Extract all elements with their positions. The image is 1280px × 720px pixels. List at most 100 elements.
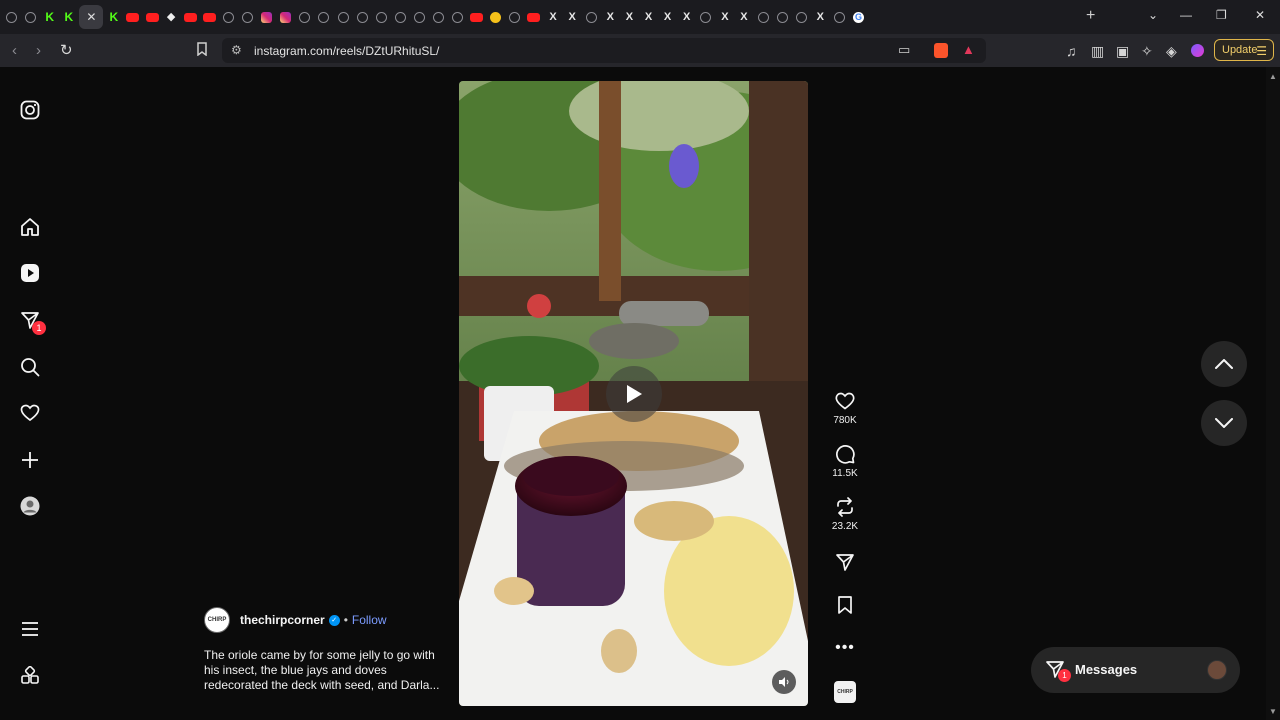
play-button[interactable] [606,366,662,422]
scroll-down-arrow-icon[interactable]: ▼ [1269,707,1277,716]
comment-bubble-icon[interactable] [822,441,868,467]
browser-tab-globe[interactable] [410,5,429,29]
repost-action[interactable]: 23.2K [822,494,868,532]
browser-tab-kick[interactable]: K [40,5,59,29]
more-options-icon[interactable]: ••• [822,635,868,661]
messages-button[interactable]: 1 Messages [1031,647,1240,693]
browser-tab-kick[interactable]: K [104,5,123,29]
browser-tab-yt[interactable] [181,5,200,29]
browser-tab-ig[interactable] [257,5,276,29]
browser-tab-emoji[interactable] [486,5,505,29]
more-menu-icon[interactable] [18,617,42,641]
browser-tab-globe[interactable] [696,5,715,29]
site-settings-icon[interactable]: ⚙ [231,43,242,57]
browser-tab-x[interactable]: X [811,5,830,29]
browser-tab-x[interactable]: X [734,5,753,29]
follow-button[interactable]: Follow [352,613,387,627]
save-bookmark-icon[interactable] [822,592,868,618]
comment-action[interactable]: 11.5K [822,441,868,479]
search-icon[interactable] [18,355,42,379]
url-text[interactable]: instagram.com/reels/DZtURhituSL/ [254,44,439,58]
tab-search-icon[interactable]: ⌄ [1148,8,1158,22]
minimize-icon[interactable]: — [1180,8,1192,22]
browser-tab-ig[interactable] [276,5,295,29]
also-from-meta-icon[interactable] [18,664,42,688]
browser-tab-yt[interactable] [524,5,543,29]
author-username[interactable]: thechirpcorner [240,613,325,627]
new-tab-button[interactable]: + [1086,7,1095,25]
profile-icon[interactable] [18,494,42,518]
reload-icon[interactable]: ↻ [60,41,73,59]
browser-tab-x[interactable]: X [601,5,620,29]
browser-tab-globe[interactable] [429,5,448,29]
browser-tab-kick[interactable]: K [59,5,78,29]
browser-tab-globe[interactable] [219,5,238,29]
share-action[interactable] [822,549,868,575]
browser-tab-x[interactable]: X [620,5,639,29]
back-icon[interactable]: ‹ [12,42,17,59]
bookmark-icon[interactable] [196,42,208,60]
music-icon[interactable]: ♫ [1066,43,1077,59]
browser-tab-globe[interactable] [334,5,353,29]
scroll-up-arrow-icon[interactable]: ▲ [1269,72,1277,81]
forward-icon[interactable]: › [36,42,41,59]
browser-tab-globe[interactable] [21,5,40,29]
page-scrollbar[interactable]: ▲ ▼ [1266,67,1280,720]
previous-reel-button[interactable] [1201,341,1247,387]
browser-tab-diamond[interactable]: ◆ [162,5,181,29]
browser-tab-yt[interactable] [200,5,219,29]
browser-tab-globe[interactable] [372,5,391,29]
author-avatar[interactable]: CHIRP [204,607,230,633]
close-window-icon[interactable]: ✕ [1255,8,1265,22]
brave-rewards-icon[interactable]: ▲ [962,42,975,57]
browser-tab-globe[interactable] [295,5,314,29]
repost-icon[interactable] [822,494,868,520]
restore-icon[interactable]: ❐ [1216,8,1227,22]
browser-tab-x[interactable]: X [658,5,677,29]
browser-tab-globe[interactable] [353,5,372,29]
browser-tab-globe[interactable] [2,5,21,29]
reel-caption[interactable]: The oriole came by for some jelly to go … [204,648,440,693]
extension-icon[interactable] [1191,44,1204,57]
browser-tab-x[interactable]: X [544,5,563,29]
update-button[interactable]: Update ☰ [1214,39,1274,61]
mute-button[interactable] [772,670,796,694]
instagram-logo-icon[interactable] [18,98,42,122]
browser-tab-yt[interactable] [143,5,162,29]
browser-tab-globe[interactable] [391,5,410,29]
heart-icon[interactable] [18,401,42,425]
sidebar-icon[interactable]: ▥ [1091,43,1104,60]
browser-tab-globe[interactable] [448,5,467,29]
like-action[interactable]: 780K [822,388,868,426]
browser-tab-x[interactable]: X [677,5,696,29]
browser-tab-globe[interactable] [754,5,773,29]
browser-tab-globe[interactable] [773,5,792,29]
browser-tab-yt[interactable] [123,5,142,29]
browser-tab-x[interactable]: X [715,5,734,29]
share-send-icon[interactable] [822,549,868,575]
brave-shields-icon[interactable] [934,43,948,58]
browser-tab-close[interactable]: ✕ [79,5,104,29]
home-icon[interactable] [18,215,42,239]
save-action[interactable] [822,592,868,618]
create-plus-icon[interactable] [18,448,42,472]
reels-icon[interactable] [18,261,42,285]
cast-icon[interactable]: ▭ [898,42,910,58]
browser-tab-x[interactable]: X [563,5,582,29]
browser-tab-globe[interactable] [238,5,257,29]
browser-tab-g[interactable]: G [849,5,868,29]
leo-ai-icon[interactable]: ✧ [1141,43,1153,60]
browser-tab-globe[interactable] [505,5,524,29]
more-options-action[interactable]: ••• [822,635,868,661]
original-audio-thumbnail[interactable]: CHIRP [834,681,856,703]
vpn-icon[interactable]: ◈ [1166,43,1177,60]
next-reel-button[interactable] [1201,400,1247,446]
browser-tab-globe[interactable] [792,5,811,29]
browser-tab-x[interactable]: X [639,5,658,29]
wallet-icon[interactable]: ▣ [1116,43,1129,60]
browser-tab-yt[interactable] [467,5,486,29]
browser-tab-globe[interactable] [314,5,333,29]
browser-tab-globe[interactable] [830,5,849,29]
like-heart-icon[interactable] [822,388,868,414]
browser-tab-globe[interactable] [582,5,601,29]
